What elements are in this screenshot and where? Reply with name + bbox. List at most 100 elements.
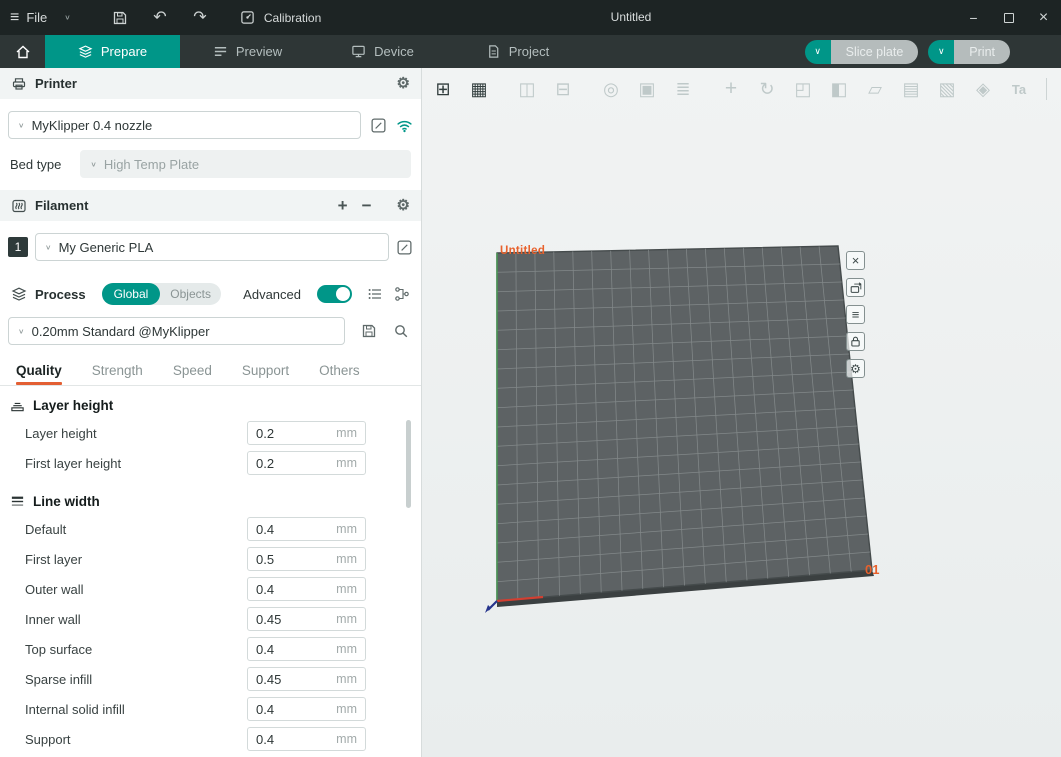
build-plate[interactable] bbox=[422, 68, 1061, 757]
print-options-dropdown[interactable]: ∨ bbox=[928, 40, 954, 64]
search-icon[interactable] bbox=[392, 323, 409, 340]
redo-button[interactable]: ↷ bbox=[191, 9, 209, 27]
line-width-support-input[interactable]: 0.4 mm bbox=[247, 727, 366, 751]
chevron-down-icon: ∨ bbox=[938, 46, 945, 57]
viewport-3d[interactable]: ⊞ ▦ ◫ ⊟ ◎ ▣ ≣ + ↻ ◰ ◧ ▱ ▤ ▧ ◈ Ta ◇ Untit… bbox=[422, 68, 1061, 757]
param-label: Outer wall bbox=[25, 582, 84, 597]
layer-height-input[interactable]: 0.2 mm bbox=[247, 421, 366, 445]
plate-settings-button[interactable]: ⚙ bbox=[846, 359, 865, 378]
slice-options-dropdown[interactable]: ∨ bbox=[805, 40, 831, 64]
file-menu[interactable]: ≡ File ∨ bbox=[0, 0, 85, 35]
home-button[interactable] bbox=[0, 35, 45, 68]
gear-icon: ⚙ bbox=[850, 363, 861, 375]
advanced-toggle[interactable] bbox=[317, 285, 352, 303]
hamburger-icon: ≡ bbox=[10, 9, 19, 27]
param-row: Top surface 0.4 mm bbox=[0, 634, 421, 664]
close-button[interactable]: × bbox=[1026, 0, 1061, 35]
process-icon bbox=[11, 286, 27, 302]
tab-prepare[interactable]: Prepare bbox=[45, 35, 180, 68]
filament-preset-select[interactable]: ∨ My Generic PLA bbox=[35, 233, 389, 261]
tab-device[interactable]: Device bbox=[315, 35, 450, 68]
param-label: Top surface bbox=[25, 642, 92, 657]
bed-type-select[interactable]: ∨ High Temp Plate bbox=[80, 150, 411, 178]
process-scope-toggle[interactable]: Global Objects bbox=[102, 283, 221, 305]
process-header-label: Process bbox=[35, 287, 86, 302]
process-preset-select[interactable]: ∨ 0.20mm Standard @MyKlipper bbox=[8, 317, 345, 345]
filament-icon bbox=[11, 198, 27, 214]
slice-plate-button[interactable]: ∨ Slice plate bbox=[805, 40, 919, 64]
plate-list-icon: ≡ bbox=[852, 308, 860, 321]
filament-settings-gear-icon[interactable]: ⚙ bbox=[397, 198, 410, 213]
prepare-icon bbox=[78, 44, 93, 59]
duplicate-plate-button[interactable] bbox=[846, 278, 865, 297]
edit-printer-icon[interactable] bbox=[370, 117, 387, 134]
line-width-first-layer-input[interactable]: 0.5 mm bbox=[247, 547, 366, 571]
parameter-tree-icon[interactable] bbox=[393, 286, 410, 303]
remove-filament-button[interactable]: − bbox=[359, 196, 375, 216]
tab-quality[interactable]: Quality bbox=[16, 355, 62, 385]
preview-icon bbox=[213, 44, 228, 59]
lock-icon bbox=[849, 335, 862, 348]
plate-list-button[interactable]: ≡ bbox=[846, 305, 865, 324]
param-label: First layer bbox=[25, 552, 82, 567]
save-button[interactable] bbox=[111, 9, 129, 27]
printer-settings-gear-icon[interactable]: ⚙ bbox=[397, 76, 410, 91]
tab-strength[interactable]: Strength bbox=[92, 355, 143, 385]
window-title: Untitled bbox=[611, 0, 652, 35]
param-row: First layer 0.5 mm bbox=[0, 544, 421, 574]
param-row: Inner wall 0.45 mm bbox=[0, 604, 421, 634]
printer-section-header: Printer ⚙ bbox=[0, 68, 421, 99]
line-width-top-surface-input[interactable]: 0.4 mm bbox=[247, 637, 366, 661]
filament-slot-badge: 1 bbox=[8, 237, 28, 257]
save-preset-icon[interactable] bbox=[360, 323, 377, 340]
print-button[interactable]: ∨ Print bbox=[928, 40, 1010, 64]
printer-preset-value: MyKlipper 0.4 nozzle bbox=[32, 118, 153, 133]
device-icon bbox=[351, 44, 366, 59]
chevron-down-icon: ∨ bbox=[18, 327, 25, 336]
tab-speed[interactable]: Speed bbox=[173, 355, 212, 385]
parameter-table-icon[interactable] bbox=[366, 286, 383, 303]
printer-preset-select[interactable]: ∨ MyKlipper 0.4 nozzle bbox=[8, 111, 361, 139]
duplicate-plate-icon bbox=[849, 281, 863, 295]
add-filament-button[interactable]: + bbox=[335, 196, 351, 216]
filament-section-header: Filament + − ⚙ bbox=[0, 190, 421, 221]
tab-others[interactable]: Others bbox=[319, 355, 360, 385]
tab-support[interactable]: Support bbox=[242, 355, 289, 385]
group-line-width: Line width bbox=[0, 484, 421, 514]
printer-icon bbox=[11, 76, 27, 92]
param-label: Default bbox=[25, 522, 66, 537]
param-label: Layer height bbox=[25, 426, 97, 441]
scope-global-option[interactable]: Global bbox=[102, 283, 161, 305]
param-row: Support 0.4 mm bbox=[0, 724, 421, 754]
file-menu-label: File bbox=[26, 10, 47, 25]
print-label: Print bbox=[954, 40, 1010, 64]
wifi-connection-icon[interactable] bbox=[396, 117, 413, 134]
chevron-down-icon: ∨ bbox=[64, 13, 71, 22]
scope-objects-option[interactable]: Objects bbox=[160, 287, 221, 301]
minimize-button[interactable]: − bbox=[956, 0, 991, 35]
undo-button[interactable]: ↶ bbox=[151, 9, 169, 27]
param-row: Sparse infill 0.45 mm bbox=[0, 664, 421, 694]
tab-project[interactable]: Project bbox=[450, 35, 585, 68]
bed-type-label: Bed type bbox=[10, 157, 61, 172]
line-width-sparse-infill-input[interactable]: 0.45 mm bbox=[247, 667, 366, 691]
param-list: Layer height Layer height 0.2 mm First l… bbox=[0, 386, 421, 754]
slice-plate-label: Slice plate bbox=[831, 40, 919, 64]
param-label: Inner wall bbox=[25, 612, 81, 627]
edit-filament-icon[interactable] bbox=[396, 239, 413, 256]
delete-plate-button[interactable]: × bbox=[846, 251, 865, 270]
sidebar-scrollbar[interactable] bbox=[406, 420, 411, 508]
first-layer-height-input[interactable]: 0.2 mm bbox=[247, 451, 366, 475]
line-width-outer-wall-input[interactable]: 0.4 mm bbox=[247, 577, 366, 601]
line-width-default-input[interactable]: 0.4 mm bbox=[247, 517, 366, 541]
lock-plate-button[interactable] bbox=[846, 332, 865, 351]
calibration-button[interactable]: Calibration bbox=[239, 9, 321, 27]
maximize-button[interactable] bbox=[991, 0, 1026, 35]
main-nav-bar: Prepare Preview Device Project ∨ Slice p… bbox=[0, 35, 1061, 68]
param-label: Internal solid infill bbox=[25, 702, 125, 717]
tab-preview[interactable]: Preview bbox=[180, 35, 315, 68]
plate-name-label[interactable]: Untitled bbox=[500, 245, 545, 257]
chevron-down-icon: ∨ bbox=[18, 121, 25, 130]
line-width-inner-wall-input[interactable]: 0.45 mm bbox=[247, 607, 366, 631]
line-width-internal-solid-infill-input[interactable]: 0.4 mm bbox=[247, 697, 366, 721]
